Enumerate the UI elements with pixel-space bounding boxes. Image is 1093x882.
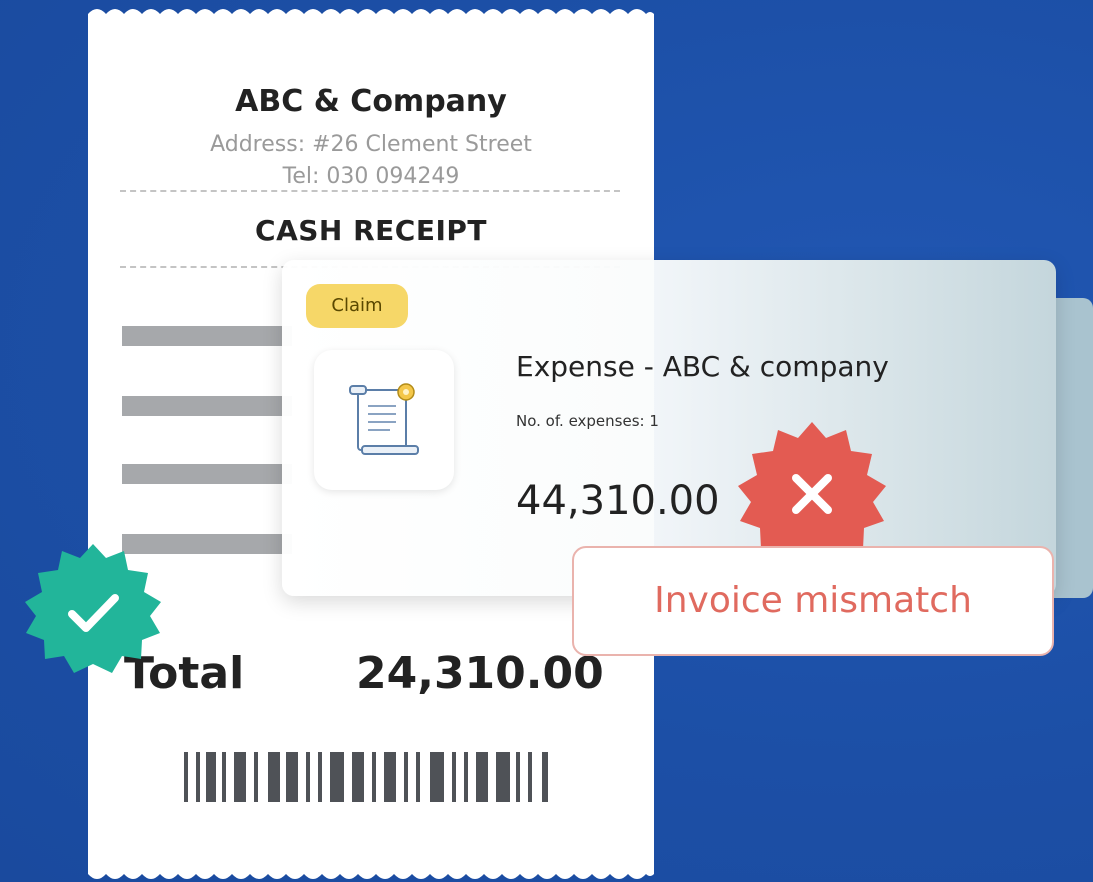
approve-badge bbox=[25, 544, 161, 673]
receipt-title: CASH RECEIPT bbox=[255, 214, 487, 247]
receipt-line-item bbox=[122, 464, 292, 484]
badge-seal-shape bbox=[25, 544, 161, 673]
expense-title: Expense - ABC & company bbox=[516, 350, 889, 383]
receipt-top-edge bbox=[88, 9, 654, 22]
document-icon-tile bbox=[314, 350, 454, 490]
receipt-line-item bbox=[122, 326, 292, 346]
document-icon bbox=[349, 383, 419, 455]
receipt-company-name: ABC & Company bbox=[235, 84, 507, 119]
invoice-mismatch-label: Invoice mismatch bbox=[572, 546, 1054, 656]
receipt-address: Address: #26 Clement Street bbox=[210, 132, 532, 157]
receipt-total-value: 24,310.00 bbox=[356, 648, 604, 699]
expense-count: No. of. expenses: 1 bbox=[516, 412, 659, 430]
expense-amount: 44,310.00 bbox=[516, 478, 720, 524]
receipt-line-item bbox=[122, 396, 292, 416]
receipt-divider bbox=[120, 190, 620, 192]
receipt-phone: Tel: 030 094249 bbox=[282, 164, 460, 189]
receipt-bottom-edge bbox=[88, 866, 654, 879]
barcode-icon bbox=[184, 752, 548, 802]
claim-badge: Claim bbox=[306, 284, 408, 328]
